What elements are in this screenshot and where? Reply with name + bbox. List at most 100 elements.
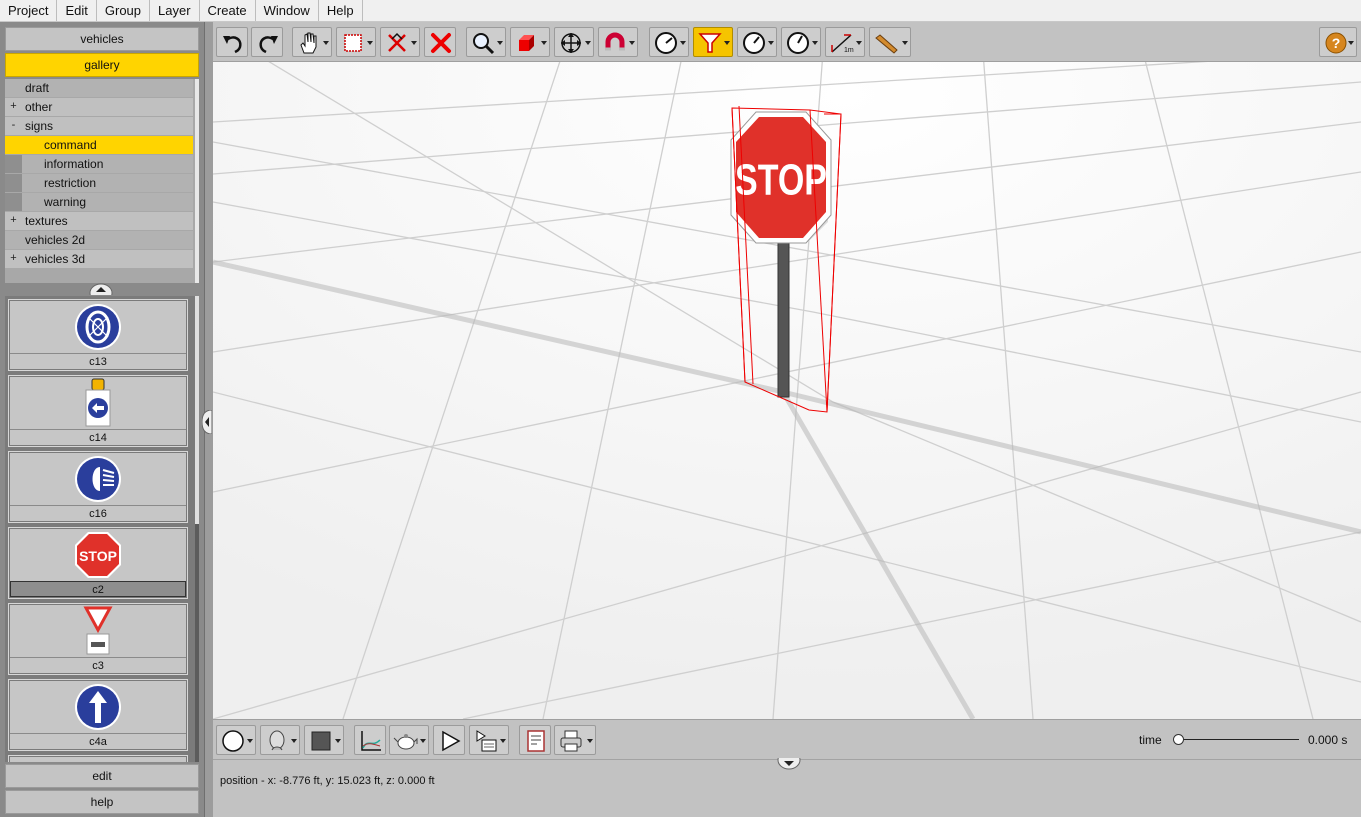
pencil-button[interactable] bbox=[869, 27, 911, 57]
dropdown-arrow-icon[interactable] bbox=[1348, 41, 1354, 45]
tree-item-command[interactable]: command bbox=[5, 136, 193, 154]
gallery-button[interactable]: gallery bbox=[5, 53, 199, 77]
dropdown-arrow-icon[interactable] bbox=[497, 41, 503, 45]
menu-project[interactable]: Project bbox=[0, 0, 58, 21]
gallery-item-c3[interactable]: c3 bbox=[8, 603, 188, 675]
gallery-scrollbar-thumb[interactable] bbox=[195, 296, 199, 524]
zoom-button[interactable] bbox=[466, 27, 506, 57]
dropdown-arrow-icon[interactable] bbox=[247, 739, 253, 743]
dropdown-arrow-icon[interactable] bbox=[902, 41, 908, 45]
menu-group[interactable]: Group bbox=[97, 0, 151, 21]
gallery-caption: c2 bbox=[10, 581, 186, 597]
menu-help[interactable]: Help bbox=[319, 0, 363, 21]
pan-button[interactable] bbox=[292, 27, 332, 57]
undo-button[interactable] bbox=[216, 27, 248, 57]
character-button[interactable] bbox=[260, 725, 300, 755]
tree-item-information[interactable]: information bbox=[5, 155, 193, 173]
play-button[interactable] bbox=[433, 725, 465, 755]
print-button[interactable] bbox=[554, 725, 596, 755]
gallery-item-c2[interactable]: STOP c2 bbox=[8, 527, 188, 599]
gallery-item-c14[interactable]: c14 bbox=[8, 375, 188, 447]
3d-viewport[interactable]: STOP bbox=[213, 62, 1361, 719]
dropdown-arrow-icon[interactable] bbox=[768, 41, 774, 45]
thumbnail bbox=[10, 301, 186, 353]
expand-icon[interactable]: + bbox=[7, 253, 20, 265]
tree-item-warning[interactable]: warning bbox=[5, 193, 193, 211]
shape-button[interactable] bbox=[216, 725, 256, 755]
expand-icon[interactable]: + bbox=[7, 101, 20, 113]
scale-label: 1m bbox=[844, 47, 854, 54]
tree-item-label: vehicles 2d bbox=[25, 233, 86, 247]
render-button[interactable] bbox=[389, 725, 429, 755]
dropdown-arrow-icon[interactable] bbox=[420, 739, 426, 743]
menu-edit[interactable]: Edit bbox=[57, 0, 97, 21]
redo-button[interactable] bbox=[251, 27, 283, 57]
tree-item-label: warning bbox=[44, 195, 87, 209]
measure-button[interactable] bbox=[649, 27, 689, 57]
dropdown-arrow-icon[interactable] bbox=[335, 739, 341, 743]
dropdown-arrow-icon[interactable] bbox=[587, 739, 593, 743]
tree-item-vehicles-2d[interactable]: vehicles 2d bbox=[5, 231, 193, 249]
dropdown-arrow-icon[interactable] bbox=[585, 41, 591, 45]
deselect-button[interactable] bbox=[380, 27, 420, 57]
menu-layer[interactable]: Layer bbox=[150, 0, 200, 21]
collapse-icon[interactable]: - bbox=[7, 120, 20, 132]
sequence-button[interactable] bbox=[469, 725, 509, 755]
move-button[interactable] bbox=[554, 27, 594, 57]
expand-icon[interactable]: + bbox=[7, 215, 20, 227]
dropdown-arrow-icon[interactable] bbox=[680, 41, 686, 45]
help-button[interactable]: help bbox=[5, 790, 199, 814]
graph-icon bbox=[361, 731, 381, 751]
gallery-item-c4a[interactable]: c4a bbox=[8, 679, 188, 751]
thumbnail: STOP bbox=[10, 529, 186, 581]
angle-button[interactable] bbox=[737, 27, 777, 57]
help-menu-button[interactable]: ? bbox=[1319, 27, 1357, 57]
dropdown-arrow-icon[interactable] bbox=[629, 41, 635, 45]
time-slider-handle[interactable] bbox=[1173, 734, 1184, 745]
dropdown-arrow-icon[interactable] bbox=[724, 41, 730, 45]
dropdown-arrow-icon[interactable] bbox=[500, 739, 506, 743]
tree-item-restriction[interactable]: restriction bbox=[5, 174, 193, 192]
tree-scrollbar[interactable] bbox=[195, 79, 199, 283]
dropdown-arrow-icon[interactable] bbox=[812, 41, 818, 45]
dropdown-arrow-icon[interactable] bbox=[323, 41, 329, 45]
graph-button[interactable] bbox=[354, 725, 386, 755]
filter-button[interactable] bbox=[693, 27, 733, 57]
dropdown-arrow-icon[interactable] bbox=[411, 41, 417, 45]
color-button[interactable] bbox=[304, 725, 344, 755]
collapse-up-icon[interactable] bbox=[89, 283, 113, 295]
gallery-item-c16[interactable]: c16 bbox=[8, 451, 188, 523]
menu-window[interactable]: Window bbox=[256, 0, 319, 21]
edit-button[interactable]: edit bbox=[5, 764, 199, 788]
dropdown-arrow-icon[interactable] bbox=[856, 41, 862, 45]
solid-button[interactable] bbox=[510, 27, 550, 57]
delete-button[interactable] bbox=[424, 27, 456, 57]
gallery-item-c13[interactable]: c13 bbox=[8, 299, 188, 371]
circle-shape-icon bbox=[222, 730, 244, 752]
tree-indent bbox=[5, 174, 22, 192]
teapot-icon bbox=[393, 734, 418, 750]
svg-text:?: ? bbox=[1332, 35, 1341, 51]
select-button[interactable] bbox=[336, 27, 376, 57]
dropdown-arrow-icon[interactable] bbox=[541, 41, 547, 45]
dropdown-arrow-icon[interactable] bbox=[367, 41, 373, 45]
report-button[interactable] bbox=[519, 725, 551, 755]
color-square-icon bbox=[311, 731, 331, 751]
tree-item-textures[interactable]: + textures bbox=[5, 212, 193, 230]
vehicles-button[interactable]: vehicles bbox=[5, 27, 199, 51]
tree-item-other[interactable]: + other bbox=[5, 98, 193, 116]
collapse-left-icon[interactable] bbox=[202, 410, 212, 434]
dropdown-arrow-icon[interactable] bbox=[291, 739, 297, 743]
collapse-down-icon[interactable] bbox=[777, 758, 801, 770]
gallery-item-partial[interactable] bbox=[8, 755, 188, 762]
tree-item-vehicles-3d[interactable]: + vehicles 3d bbox=[5, 250, 193, 268]
tree-item-draft[interactable]: draft bbox=[5, 79, 193, 97]
dial-button[interactable] bbox=[781, 27, 821, 57]
menu-create[interactable]: Create bbox=[200, 0, 256, 21]
snap-button[interactable] bbox=[598, 27, 638, 57]
time-slider[interactable] bbox=[1177, 739, 1299, 740]
deselect-icon bbox=[388, 32, 406, 52]
tree-item-signs[interactable]: - signs bbox=[5, 117, 193, 135]
scale-button[interactable]: 1m bbox=[825, 27, 865, 57]
gallery-scrollbar-track[interactable] bbox=[195, 524, 199, 762]
